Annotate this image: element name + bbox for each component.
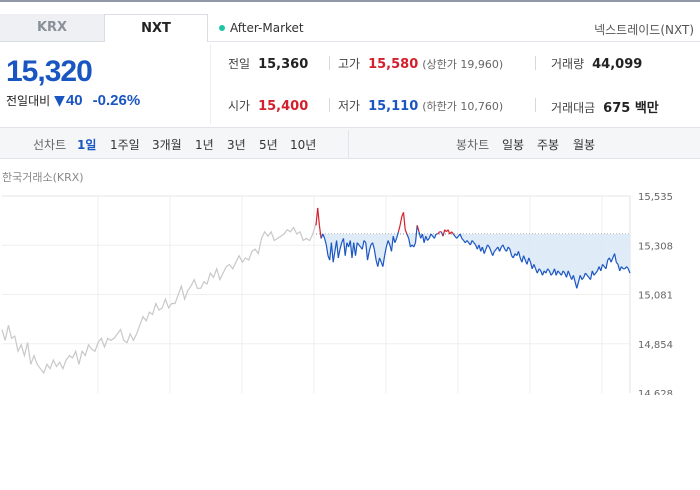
down-triangle-icon: ▼ [54, 92, 65, 109]
series-segment-nxt [414, 225, 418, 243]
status-dot-icon [219, 25, 225, 31]
stat-value: 44,099 [592, 57, 643, 72]
candle-weekly[interactable]: 주봉 [537, 136, 559, 153]
stat-value: 15,400 [258, 99, 309, 114]
stat-label: 거래량 [551, 57, 585, 71]
tab-krx[interactable]: KRX [0, 14, 104, 42]
stat-label: 고가 [338, 57, 361, 71]
venue-label: 넥스트레이드(NXT) [594, 23, 694, 37]
change-percent: -0.26% [92, 92, 141, 109]
candle-daily[interactable]: 일봉 [502, 136, 524, 153]
stat-value: 675 백만 [603, 101, 659, 116]
candle-monthly[interactable]: 월봉 [573, 136, 595, 153]
stat-value: 15,580 [368, 57, 419, 72]
stat-prev-close: 전일 15,360 [228, 55, 308, 72]
candle-chart-label: 봉차트 [456, 138, 490, 152]
stat-turnover: 거래대금 675 백만 [551, 97, 659, 116]
price-chart: 15,535 15,308 15,081 14,854 14,628 [1, 192, 673, 395]
quote-divider [210, 44, 211, 124]
lower-limit: (하한가 10,760) [422, 100, 504, 113]
period-1w[interactable]: 1주일 [110, 136, 140, 153]
stat-separator [535, 98, 536, 112]
series-segment-nxt [317, 207, 320, 226]
stat-value: 15,360 [258, 57, 309, 72]
y-axis-tick-label: 15,308 [638, 241, 673, 252]
session-label: After-Market [230, 21, 304, 35]
change-label: 전일대비 [6, 94, 51, 108]
y-axis-tick-label: 15,535 [638, 192, 673, 203]
tab-bar-divider [208, 41, 700, 42]
y-axis-tick-label: 14,854 [638, 340, 673, 351]
line-chart-label: 선차트 [33, 138, 67, 152]
y-axis-tick-label: 14,628 [638, 389, 673, 395]
stat-open: 시가 15,400 [228, 97, 308, 114]
current-price: 15,320 [6, 55, 93, 88]
series-segment-nxt [402, 212, 406, 230]
series-segment-nxt [447, 229, 451, 235]
series-segment-nxt [442, 229, 446, 237]
stat-label: 저가 [338, 99, 361, 113]
toolbar-separator [348, 130, 349, 158]
stat-value: 15,110 [368, 99, 419, 114]
y-axis-tick-label: 15,081 [638, 291, 673, 302]
stat-low: 저가 15,110 (하한가 10,760) [338, 97, 503, 114]
stat-label: 전일 [228, 57, 251, 71]
stat-separator [329, 56, 330, 70]
stat-separator [535, 56, 536, 70]
change-amount: 40 [65, 92, 83, 109]
series-segment-nxt [399, 216, 403, 226]
stat-high: 고가 15,580 (상한가 19,960) [338, 55, 503, 72]
period-5y[interactable]: 5년 [259, 136, 278, 153]
stat-volume: 거래량 44,099 [551, 55, 642, 72]
upper-limit: (상한가 19,960) [422, 58, 504, 71]
series-segment-nxt [397, 225, 401, 232]
series-segment-nxt [404, 229, 408, 235]
tab-nxt[interactable]: NXT [104, 14, 208, 42]
price-change: 전일대비 ▼ 40 -0.26% [6, 92, 140, 109]
period-10y[interactable]: 10년 [290, 136, 316, 153]
period-1y[interactable]: 1년 [195, 136, 214, 153]
period-1d[interactable]: 1일 [77, 136, 96, 153]
stat-label: 시가 [228, 99, 251, 113]
chart-toolbar: 선차트 1일 1주일 3개월 1년 3년 5년 10년 봉차트 일봉 주봉 월봉 [0, 127, 700, 159]
period-3y[interactable]: 3년 [227, 136, 246, 153]
top-border [0, 0, 700, 2]
period-3m[interactable]: 3개월 [152, 136, 182, 153]
stat-separator [329, 98, 330, 112]
session-status: After-Market [219, 21, 304, 35]
stat-label: 거래대금 [551, 101, 596, 115]
series-segment-nxt [318, 225, 322, 239]
